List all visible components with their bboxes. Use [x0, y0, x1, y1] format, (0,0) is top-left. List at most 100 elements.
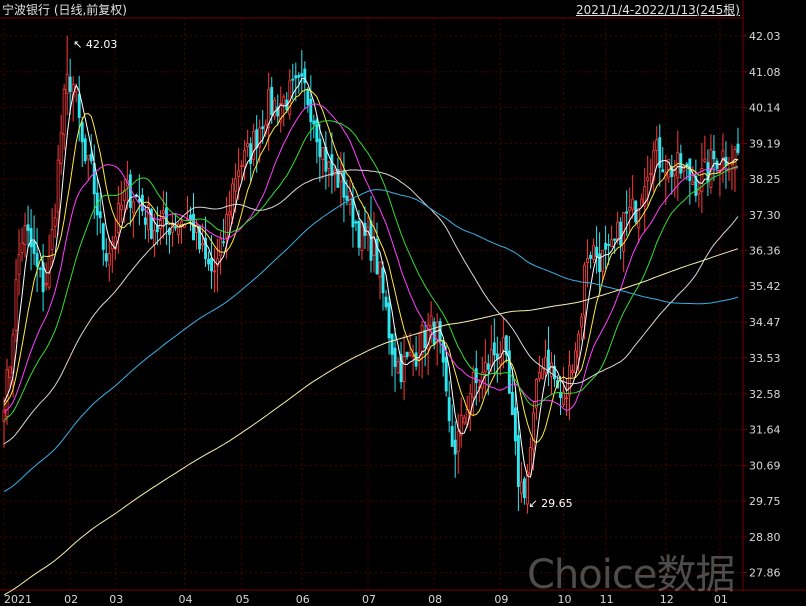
y-tick-label: 33.53 — [749, 352, 781, 365]
candle-body — [342, 171, 346, 198]
candle-body — [128, 174, 132, 208]
candle-body — [483, 362, 487, 373]
candle-body — [222, 241, 226, 244]
candle-body — [571, 370, 574, 373]
candle-body — [207, 258, 211, 265]
candle-body — [282, 96, 286, 105]
candle-body — [589, 255, 593, 259]
candle-body — [420, 325, 424, 356]
candle-body — [77, 93, 81, 119]
y-tick-label: 39.19 — [749, 137, 781, 150]
candle-body — [38, 267, 42, 270]
candle-body — [210, 257, 214, 272]
candle-body — [628, 206, 632, 212]
candle-body — [673, 170, 677, 176]
candle-body — [315, 119, 319, 143]
chart-window: 宁波银行 (日线,前复权) 2021/1/4-2022/1/13(245根) 4… — [0, 0, 806, 606]
candlestick-chart[interactable]: 42.03 41.08 40.14 39.19 38.25 37.30 36.36 35.42… — [0, 0, 806, 606]
candle-body — [378, 261, 382, 278]
candle-body — [8, 366, 12, 378]
candle-body — [300, 73, 304, 77]
candle-body — [288, 80, 292, 115]
candle-body — [592, 245, 596, 260]
candle-body — [405, 351, 409, 358]
y-tick-label: 32.58 — [749, 388, 781, 401]
x-tick-label: 04 — [178, 593, 192, 606]
candle-body — [537, 372, 541, 379]
candle-body — [595, 246, 599, 257]
candle-body — [429, 315, 433, 327]
candle-body — [20, 242, 24, 253]
candle-body — [381, 267, 385, 294]
candle-body — [348, 190, 352, 205]
candle-body — [574, 350, 577, 374]
candle-body — [568, 365, 571, 396]
candle-body — [116, 203, 120, 233]
candle-body — [601, 249, 605, 272]
candle-body — [565, 397, 568, 400]
candle-body — [86, 155, 90, 160]
candle-body — [586, 257, 590, 263]
candle-body — [715, 160, 719, 169]
x-tick-label: 2021 — [4, 593, 32, 606]
candle-body — [119, 204, 123, 210]
candle-body — [619, 221, 623, 246]
candle-body — [32, 241, 36, 254]
candle-body — [65, 74, 69, 94]
candle-body — [357, 220, 361, 248]
candle-body — [201, 243, 204, 246]
candle-body — [613, 238, 617, 241]
candle-body — [384, 296, 388, 308]
candle-body — [519, 481, 523, 494]
candle-body — [522, 478, 526, 499]
candle-body — [390, 333, 394, 355]
candle-body — [387, 302, 391, 339]
candle-body — [321, 147, 325, 161]
candle-body — [161, 210, 165, 214]
candle-body — [393, 347, 397, 367]
candle-body — [513, 407, 517, 442]
candle-body — [492, 342, 496, 356]
candle-body — [351, 197, 355, 228]
y-tick-label: 38.25 — [749, 173, 781, 186]
x-tick-label: 07 — [362, 593, 376, 606]
candle-body — [516, 435, 520, 488]
candle-body — [534, 378, 538, 409]
candle-body — [369, 220, 373, 261]
y-tick-label: 37.30 — [749, 209, 781, 222]
candle-body — [432, 321, 436, 345]
y-tick-label: 31.64 — [749, 423, 781, 436]
candle-body — [528, 447, 532, 476]
candle-body — [676, 152, 680, 179]
candle-body — [14, 279, 18, 331]
candle-body — [143, 217, 147, 225]
candle-body — [531, 412, 535, 450]
candle-body — [640, 198, 644, 207]
candle-body — [646, 177, 650, 181]
candle-body — [318, 138, 322, 158]
candle-body — [152, 229, 156, 245]
candle-body — [408, 352, 412, 356]
candle-body — [252, 131, 256, 160]
candle-body — [655, 139, 659, 151]
candle-body — [703, 158, 707, 163]
candle-body — [306, 89, 310, 105]
candle-body — [691, 181, 695, 185]
candle-body — [604, 242, 608, 250]
candle-body — [423, 330, 427, 349]
candle-body — [107, 253, 111, 266]
candle-body — [580, 316, 584, 328]
candle-body — [56, 159, 60, 213]
candle-body — [261, 126, 265, 130]
candle-body — [68, 76, 72, 92]
candle-body — [489, 349, 493, 367]
candle-body — [712, 150, 716, 160]
candle-body — [225, 213, 229, 238]
candle-body — [255, 129, 259, 149]
candle-body — [447, 397, 451, 422]
candle-body — [661, 169, 665, 173]
candle-body — [249, 143, 253, 164]
candle-body — [345, 195, 349, 201]
candle-body — [23, 225, 27, 245]
candle-body — [583, 264, 587, 316]
